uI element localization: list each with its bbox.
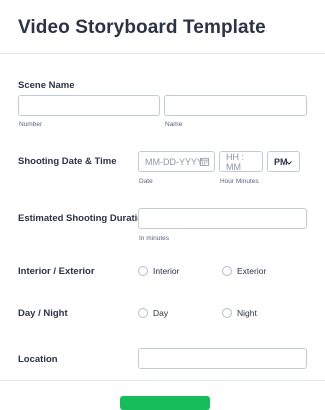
exterior-radio[interactable] [222, 266, 232, 276]
night-option-label[interactable]: Night [237, 308, 257, 318]
header-divider [0, 53, 325, 54]
scene-number-sublabel: Number [19, 121, 43, 128]
location-label: Location [18, 354, 58, 365]
interior-exterior-label: Interior / Exterior [18, 266, 95, 277]
night-radio[interactable] [222, 308, 232, 318]
scene-name-sublabel: Name [165, 121, 183, 128]
scene-name-input[interactable] [164, 95, 307, 116]
shooting-date-time-label: Shooting Date & Time [18, 156, 117, 167]
chevron-down-icon [286, 161, 292, 165]
ampm-select[interactable]: PM [267, 151, 300, 172]
time-input[interactable]: HH : MM [219, 151, 263, 172]
scene-name-label: Scene Name [18, 80, 75, 91]
duration-label: Estimated Shooting Duration [18, 213, 149, 224]
time-sublabel: Hour Minutes [220, 178, 259, 185]
day-night-label: Day / Night [18, 308, 68, 319]
form-title: Video Storyboard Template [18, 17, 266, 38]
duration-input[interactable] [138, 208, 307, 229]
day-option-label[interactable]: Day [153, 308, 168, 318]
date-sublabel: Date [139, 178, 153, 185]
footer-divider [0, 380, 325, 381]
interior-radio[interactable] [138, 266, 148, 276]
scene-number-input[interactable] [18, 95, 160, 116]
time-placeholder: HH : MM [226, 151, 244, 172]
calendar-icon[interactable] [200, 157, 209, 166]
location-input[interactable] [138, 348, 307, 369]
date-input[interactable]: MM-DD-YYYY [138, 151, 215, 172]
date-placeholder: MM-DD-YYYY [145, 156, 203, 167]
duration-sublabel: In minutes [139, 235, 169, 242]
interior-option-label[interactable]: Interior [153, 266, 179, 276]
submit-button[interactable] [120, 396, 210, 410]
day-radio[interactable] [138, 308, 148, 318]
exterior-option-label[interactable]: Exterior [237, 266, 266, 276]
